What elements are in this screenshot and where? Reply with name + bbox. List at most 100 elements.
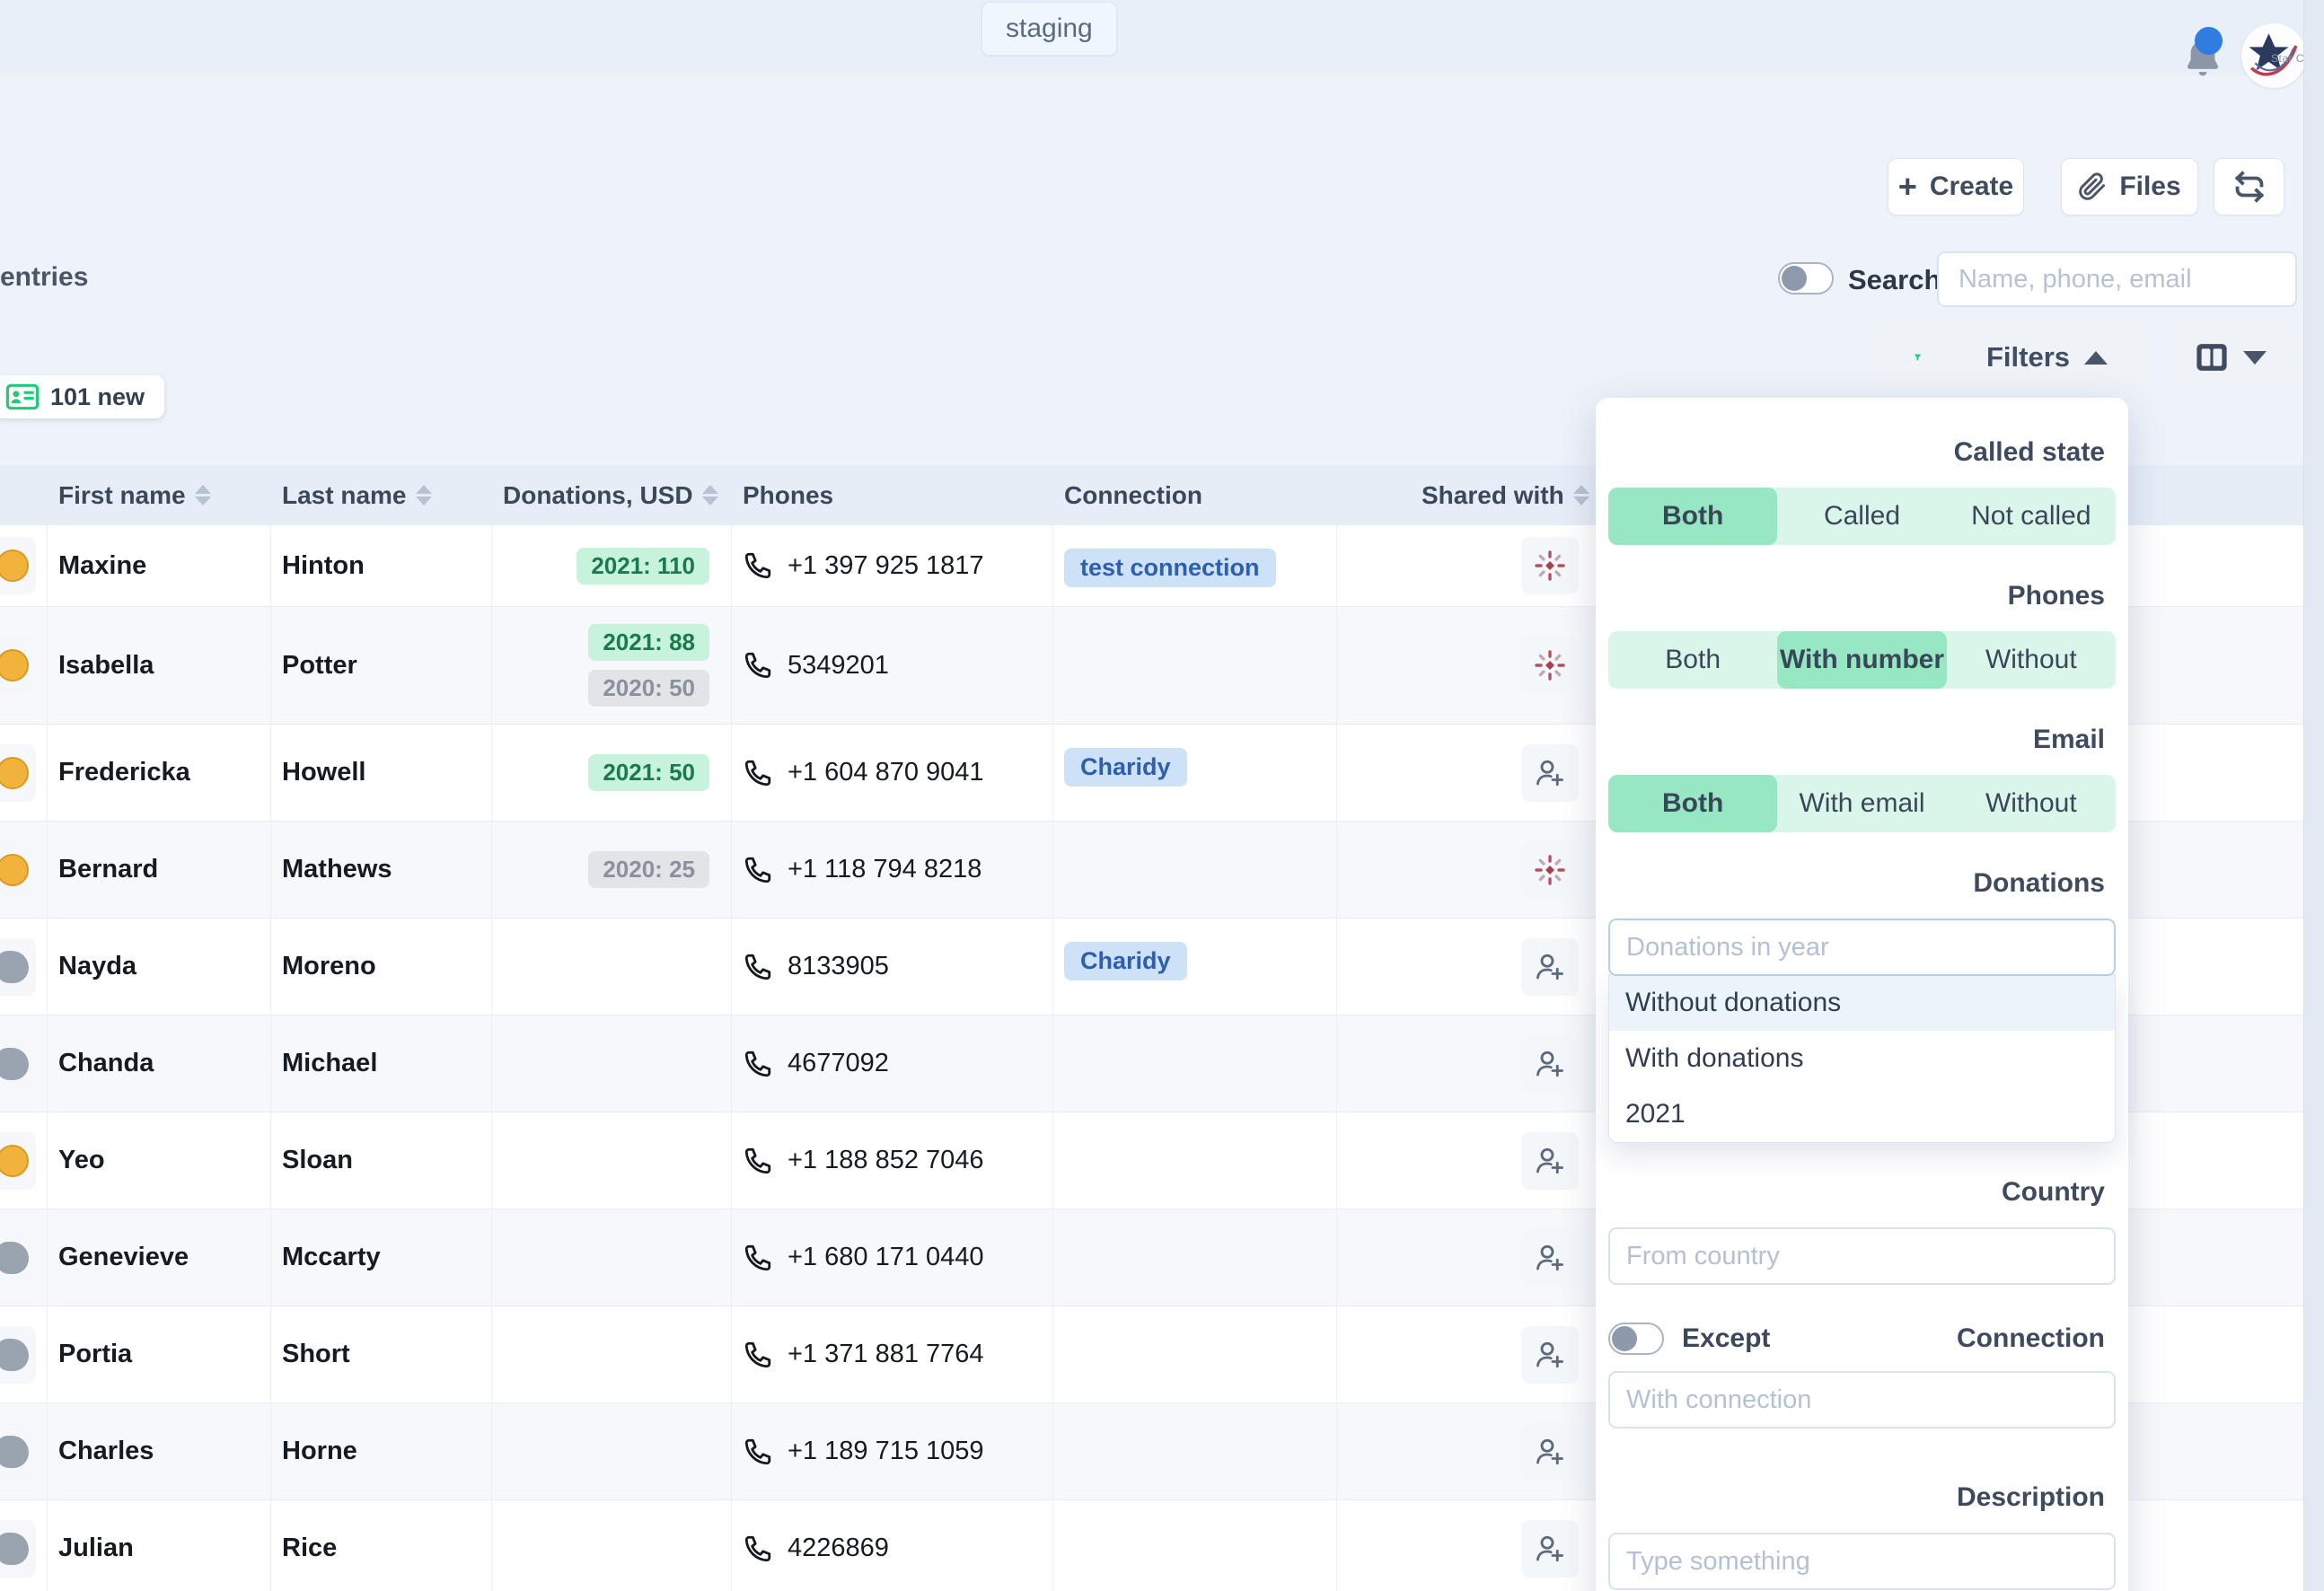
sync-button[interactable]	[2214, 158, 2284, 215]
phones-option-both[interactable]: Both	[1608, 631, 1777, 689]
phone-cell[interactable]: 4677092	[732, 1015, 1053, 1112]
share-button[interactable]	[1521, 1423, 1579, 1481]
column-label: Shared with	[1422, 481, 1564, 510]
sort-icon[interactable]	[702, 485, 718, 505]
phone-number[interactable]: 5349201	[788, 651, 889, 681]
phone-cell[interactable]: 5349201	[732, 607, 1053, 724]
search-toggle[interactable]	[1778, 262, 1834, 294]
files-button[interactable]: Files	[2061, 158, 2198, 215]
phone-cell[interactable]: +1 118 794 8218	[732, 822, 1053, 918]
phones-option-with-number[interactable]: With number	[1777, 631, 1946, 689]
phone-number[interactable]: +1 397 925 1817	[788, 551, 984, 581]
share-button[interactable]	[1521, 1229, 1579, 1287]
connection-cell	[1053, 1403, 1337, 1499]
notifications-button[interactable]	[2179, 36, 2226, 83]
avatar-cell	[0, 1500, 48, 1591]
connection-input[interactable]	[1608, 1371, 2116, 1428]
called-state-option-not-called[interactable]: Not called	[1947, 488, 2116, 545]
dropdown-option-with-donations[interactable]: With donations	[1609, 1031, 2115, 1086]
email-option-both[interactable]: Both	[1608, 775, 1777, 832]
phone-number[interactable]: 8133905	[788, 952, 889, 981]
first-name-cell: Isabella	[48, 607, 271, 724]
phones-option-without[interactable]: Without	[1947, 631, 2116, 689]
columns-picker-button[interactable]	[2173, 328, 2286, 387]
share-button[interactable]	[1521, 1520, 1579, 1578]
phone-number[interactable]: 4677092	[788, 1049, 889, 1078]
avatar[interactable]	[0, 1423, 36, 1481]
column-header-donations[interactable]: Donations, USD	[492, 481, 732, 510]
files-button-label: Files	[2119, 171, 2180, 202]
column-header-phones[interactable]: Phones	[732, 481, 1053, 510]
phone-cell[interactable]: +1 189 715 1059	[732, 1403, 1053, 1499]
share-status[interactable]	[1521, 841, 1579, 899]
new-entries-badge[interactable]: 101 new	[0, 375, 164, 418]
share-button[interactable]	[1521, 744, 1579, 802]
avatar[interactable]	[0, 938, 36, 996]
email-segmented-control: Both With email Without	[1608, 775, 2116, 832]
connection-cell	[1053, 607, 1337, 724]
country-input[interactable]	[1608, 1227, 2116, 1285]
avatar[interactable]	[0, 1520, 36, 1578]
avatar[interactable]	[0, 1326, 36, 1384]
dropdown-option-2021[interactable]: 2021	[1609, 1086, 2115, 1142]
share-button[interactable]	[1521, 1132, 1579, 1190]
donations-cell	[492, 1209, 732, 1305]
phone-number[interactable]: +1 118 794 8218	[788, 855, 982, 884]
email-option-with-email[interactable]: With email	[1777, 775, 1946, 832]
sort-icon[interactable]	[416, 485, 432, 505]
phone-cell[interactable]: +1 371 881 7764	[732, 1306, 1053, 1402]
share-status[interactable]	[1521, 637, 1579, 694]
avatar[interactable]	[0, 537, 36, 594]
phone-icon	[743, 1146, 773, 1176]
dropdown-option-without-donations[interactable]: Without donations	[1609, 975, 2115, 1031]
phone-cell[interactable]: 4226869	[732, 1500, 1053, 1591]
new-entries-badge-label: 101 new	[50, 383, 145, 411]
avatar[interactable]	[0, 1229, 36, 1287]
phones-section-label: Phones	[1608, 581, 2116, 611]
phone-number[interactable]: +1 189 715 1059	[788, 1437, 984, 1466]
share-button[interactable]	[1521, 1326, 1579, 1384]
phone-number[interactable]: +1 680 171 0440	[788, 1243, 984, 1272]
phone-number[interactable]: 4226869	[788, 1534, 889, 1563]
connection-chip[interactable]: Charidy	[1064, 942, 1187, 980]
phone-number[interactable]: +1 371 881 7764	[788, 1340, 984, 1369]
share-button[interactable]	[1521, 938, 1579, 996]
avatar[interactable]	[0, 1035, 36, 1093]
avatar[interactable]	[0, 1132, 36, 1190]
create-button[interactable]: + Create	[1888, 158, 2024, 215]
avatar[interactable]	[0, 744, 36, 802]
phone-number[interactable]: +1 604 870 9041	[788, 758, 984, 787]
column-header-last-name[interactable]: Last name	[271, 481, 492, 510]
avatar[interactable]	[0, 841, 36, 899]
paperclip-icon	[2078, 172, 2107, 201]
connection-chip[interactable]: test connection	[1064, 549, 1276, 587]
donations-year-input[interactable]	[1608, 919, 2116, 976]
column-header-first-name[interactable]: First name	[48, 481, 271, 510]
description-input[interactable]	[1608, 1533, 2116, 1590]
org-logo[interactable]: Star C	[2241, 23, 2306, 88]
phone-cell[interactable]: +1 680 171 0440	[732, 1209, 1053, 1305]
email-option-without[interactable]: Without	[1947, 775, 2116, 832]
phone-cell[interactable]: +1 397 925 1817	[732, 525, 1053, 606]
phone-cell[interactable]: +1 604 870 9041	[732, 725, 1053, 821]
sort-icon[interactable]	[195, 485, 211, 505]
connection-chip[interactable]: Charidy	[1064, 748, 1187, 787]
phone-number[interactable]: +1 188 852 7046	[788, 1146, 984, 1175]
except-toggle[interactable]	[1608, 1323, 1664, 1355]
search-input[interactable]	[1937, 251, 2297, 307]
avatar[interactable]	[0, 637, 36, 694]
share-status[interactable]	[1521, 537, 1579, 594]
sort-icon[interactable]	[1573, 485, 1589, 505]
column-header-connection[interactable]: Connection	[1053, 481, 1337, 510]
called-state-option-both[interactable]: Both	[1608, 488, 1777, 545]
country-section-label: Country	[1608, 1177, 2116, 1208]
scrollbar-track[interactable]	[2303, 0, 2324, 1591]
last-name-cell: Mccarty	[271, 1209, 492, 1305]
donation-chip: 2021: 50	[588, 754, 709, 791]
phone-cell[interactable]: +1 188 852 7046	[732, 1112, 1053, 1209]
share-button[interactable]	[1521, 1035, 1579, 1093]
phone-cell[interactable]: 8133905	[732, 919, 1053, 1015]
filters-button[interactable]: Filters	[1872, 328, 2149, 387]
called-state-option-called[interactable]: Called	[1777, 488, 1946, 545]
first-name: Fredericka	[58, 758, 190, 787]
